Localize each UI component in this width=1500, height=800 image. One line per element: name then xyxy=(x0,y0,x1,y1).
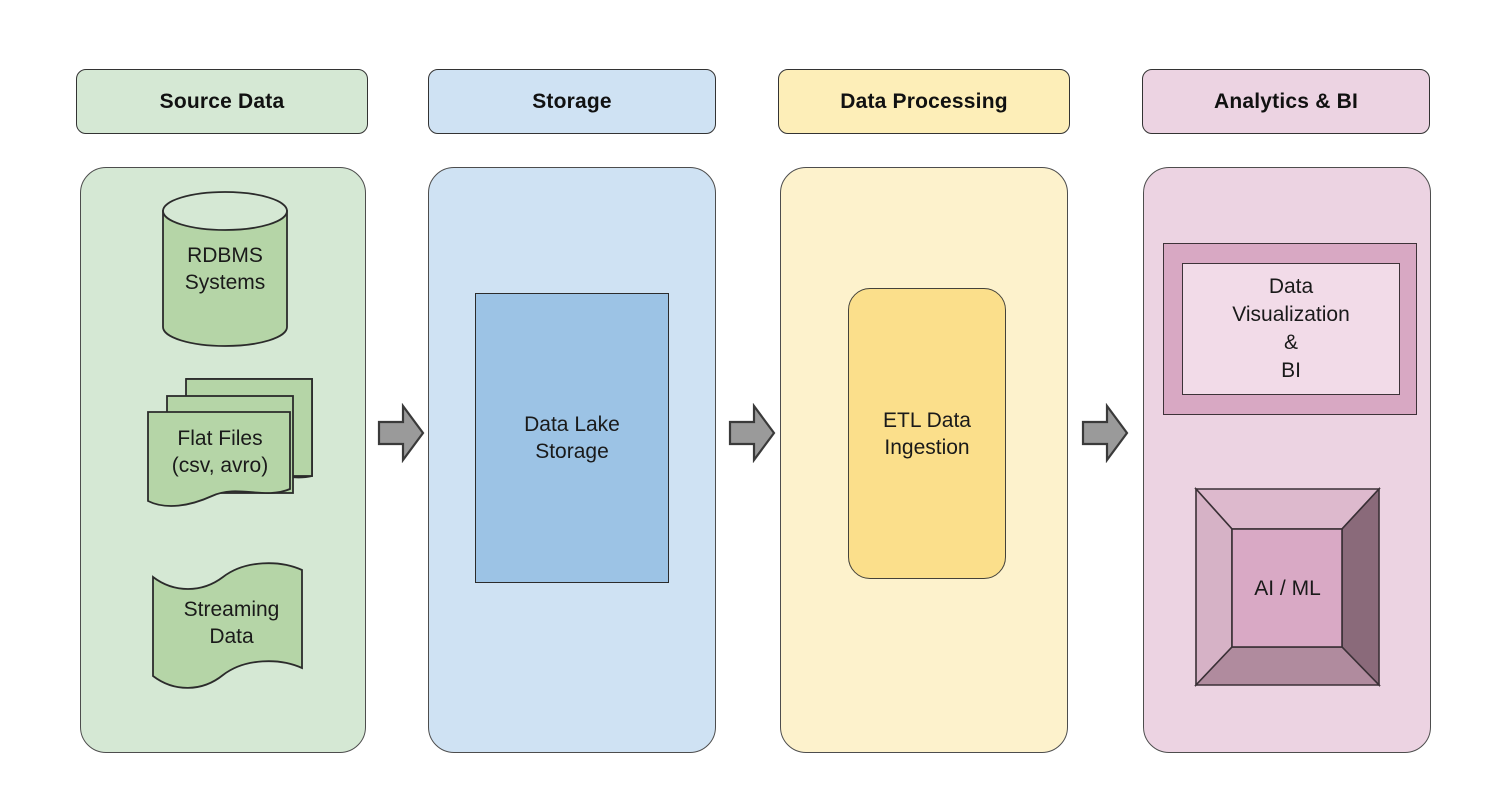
ai-ml-node[interactable]: AI / ML xyxy=(1194,486,1381,688)
rdbms-systems-label: RDBMS Systems xyxy=(184,244,266,294)
column-header-data-processing[interactable]: Data Processing xyxy=(778,69,1070,134)
etl-data-ingestion-label: ETL Data Ingestion xyxy=(883,408,971,459)
arrow-right-icon xyxy=(728,402,776,464)
arrow-source-to-storage[interactable] xyxy=(377,402,425,464)
diagram-canvas: Source Data Storage Data Processing Anal… xyxy=(0,0,1500,800)
arrow-storage-to-processing[interactable] xyxy=(728,402,776,464)
rdbms-systems-node[interactable]: RDBMS Systems xyxy=(160,190,290,348)
flat-files-node[interactable]: Flat Files (csv, avro) xyxy=(145,376,315,518)
streaming-data-node[interactable]: Streaming Data xyxy=(150,552,313,692)
column-header-label: Storage xyxy=(532,89,612,113)
data-visualization-bi-inner: Data Visualization & BI xyxy=(1182,263,1400,395)
column-header-storage[interactable]: Storage xyxy=(428,69,716,134)
data-visualization-bi-node[interactable]: Data Visualization & BI xyxy=(1163,243,1417,415)
arrow-right-icon xyxy=(1081,402,1129,464)
etl-data-ingestion-node[interactable]: ETL Data Ingestion xyxy=(848,288,1006,579)
column-header-label: Data Processing xyxy=(840,89,1008,113)
data-visualization-bi-label: Data Visualization & BI xyxy=(1232,275,1350,382)
data-lake-storage-label: Data Lake Storage xyxy=(524,413,620,463)
streaming-data-label: Streaming Data xyxy=(183,598,280,648)
ai-ml-label: AI / ML xyxy=(1254,577,1321,600)
column-header-analytics-bi[interactable]: Analytics & BI xyxy=(1142,69,1430,134)
flat-files-label: Flat Files (csv, avro) xyxy=(171,427,269,477)
column-header-source-data[interactable]: Source Data xyxy=(76,69,368,134)
arrow-right-icon xyxy=(377,402,425,464)
column-header-label: Source Data xyxy=(159,89,285,113)
arrow-processing-to-analytics[interactable] xyxy=(1081,402,1129,464)
column-header-label: Analytics & BI xyxy=(1213,89,1358,113)
data-lake-storage-node[interactable]: Data Lake Storage xyxy=(475,293,669,583)
